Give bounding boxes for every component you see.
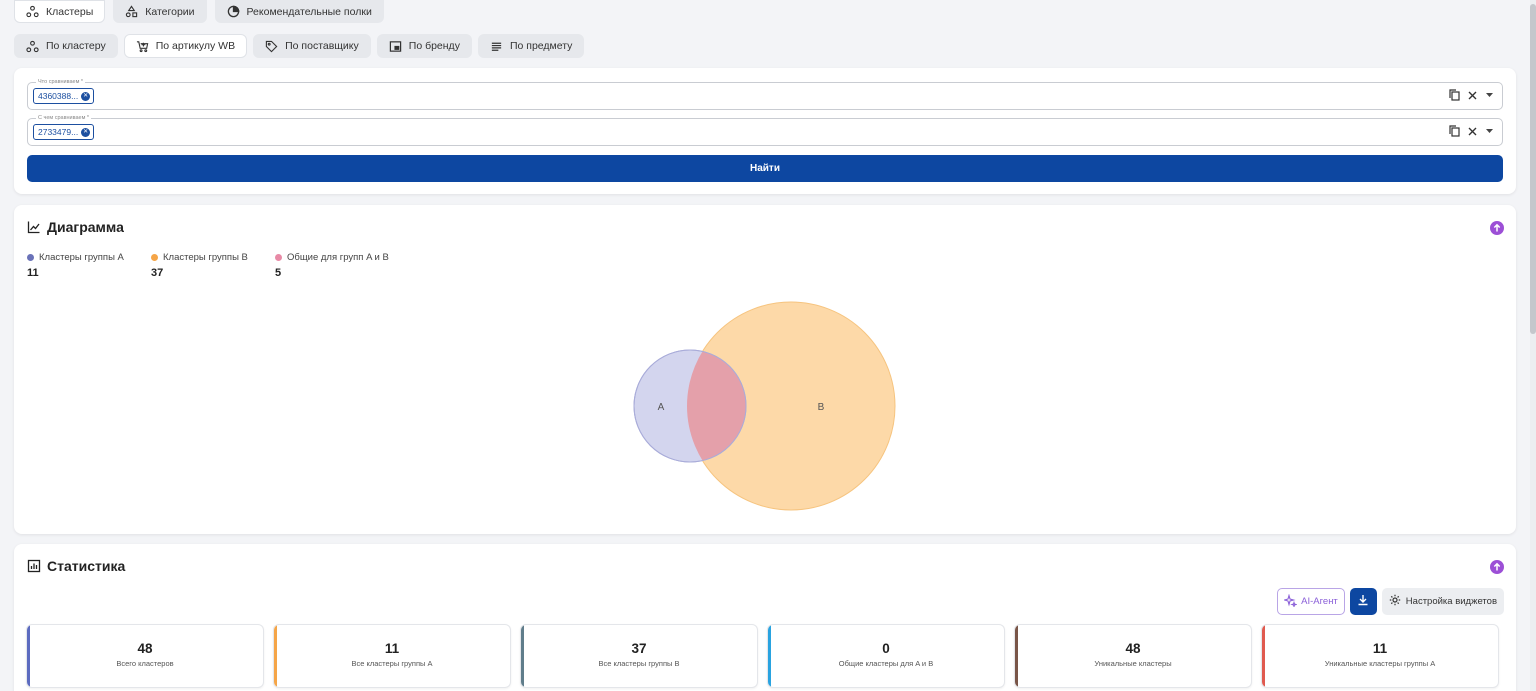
- subtab-by-article[interactable]: По артикулу WB: [123, 34, 248, 58]
- stat-tile-group-a: 11 Все кластеры группы A: [273, 624, 511, 688]
- tile-accent-bar: [274, 625, 277, 687]
- ai-agent-button[interactable]: AI-Агент: [1277, 588, 1345, 615]
- field-actions: [1449, 125, 1494, 137]
- venn-label-b: B: [818, 402, 825, 413]
- chevron-down-icon[interactable]: [1485, 128, 1494, 134]
- tab-categories[interactable]: Категории: [113, 0, 207, 23]
- widget-settings-button[interactable]: Настройка виджетов: [1381, 588, 1504, 615]
- cart-icon: [136, 40, 149, 53]
- widget-settings-label: Настройка виджетов: [1405, 596, 1497, 607]
- field-label: С чем сравниваем *: [36, 114, 92, 122]
- tile-accent-bar: [27, 625, 30, 687]
- chip-text: 2733479...: [38, 127, 79, 137]
- tile-label: Уникальные кластеры группы A: [1324, 659, 1436, 668]
- subtab-by-brand[interactable]: По бренду: [376, 34, 472, 58]
- tab-label: Рекомендательные полки: [246, 5, 372, 18]
- tile-value: 0: [882, 641, 890, 656]
- chevron-down-icon[interactable]: [1485, 92, 1494, 98]
- stats-header: Статистика: [27, 558, 125, 574]
- subtab-by-cluster[interactable]: По кластеру: [14, 34, 118, 58]
- venn-diagram: A B: [633, 301, 896, 511]
- stat-tile-unique-a: 11 Уникальные кластеры группы A: [1261, 624, 1499, 688]
- tile-label: Общие кластеры для A и B: [838, 659, 934, 668]
- subtab-label: По артикулу WB: [155, 40, 236, 52]
- categories-icon: [125, 5, 138, 18]
- ai-agent-label: AI-Агент: [1301, 596, 1338, 607]
- find-button[interactable]: Найти: [27, 155, 1503, 182]
- subtab-label: По предмету: [509, 40, 573, 52]
- chip-remove-icon[interactable]: ✕: [81, 91, 91, 101]
- stat-tiles: 48 Всего кластеров 11 Все кластеры групп…: [26, 624, 1499, 688]
- copy-icon[interactable]: [1449, 89, 1460, 101]
- article-chip-b[interactable]: 2733479... ✕: [33, 124, 95, 140]
- tile-label: Всего кластеров: [116, 659, 174, 668]
- clusters-icon: [26, 40, 39, 53]
- tile-value: 48: [137, 641, 153, 656]
- stat-tile-common: 0 Общие кластеры для A и B: [767, 624, 1005, 688]
- pie-icon: [227, 5, 240, 18]
- copy-icon[interactable]: [1449, 125, 1460, 137]
- chip-text: 4360388...: [38, 91, 79, 101]
- lines-icon: [490, 40, 503, 53]
- scrollbar-thumb[interactable]: [1530, 4, 1536, 334]
- sub-tabs: По кластеру По артикулу WB По поставщику…: [14, 34, 585, 58]
- stats-card: Статистика AI-Агент Настройка виджетов 4…: [14, 544, 1516, 691]
- stat-tile-unique: 48 Уникальные кластеры: [1014, 624, 1252, 688]
- brand-icon: [389, 40, 402, 53]
- stats-toolbar: AI-Агент Настройка виджетов: [1277, 588, 1504, 615]
- tile-accent-bar: [768, 625, 771, 687]
- venn-label-a: A: [658, 402, 665, 413]
- stats-title: Статистика: [47, 558, 126, 574]
- download-button[interactable]: [1349, 588, 1377, 615]
- tile-label: Все кластеры группы B: [598, 659, 680, 668]
- tile-accent-bar: [521, 625, 524, 687]
- tab-recommendation-shelves[interactable]: Рекомендательные полки: [214, 0, 384, 23]
- clear-icon[interactable]: [1468, 127, 1477, 136]
- tag-icon: [265, 40, 278, 53]
- tile-value: 11: [1372, 641, 1388, 656]
- page-scrollbar[interactable]: [1530, 0, 1536, 691]
- tile-value: 37: [631, 641, 647, 656]
- subtab-label: По кластеру: [46, 40, 106, 52]
- tile-value: 48: [1125, 641, 1141, 656]
- sparkle-icon: [1283, 592, 1298, 610]
- clear-icon[interactable]: [1468, 91, 1477, 100]
- search-card: Что сравниваем * 4360388... ✕ С чем срав…: [14, 68, 1516, 194]
- compare-what-field[interactable]: Что сравниваем * 4360388... ✕: [27, 78, 1503, 110]
- stats-icon: [27, 559, 41, 573]
- tab-label: Кластеры: [46, 5, 94, 18]
- diagram-card: Диаграмма Кластеры группы A 11 Кластеры …: [14, 205, 1516, 534]
- compare-with-field[interactable]: С чем сравниваем * 2733479... ✕: [27, 114, 1503, 146]
- tile-accent-bar: [1015, 625, 1018, 687]
- tile-label: Все кластеры группы A: [351, 659, 433, 668]
- stat-tile-group-b: 37 Все кластеры группы B: [520, 624, 758, 688]
- top-tabs: Кластеры Категории Рекомендательные полк…: [14, 0, 384, 23]
- download-icon: [1357, 593, 1369, 611]
- field-actions: [1449, 89, 1494, 101]
- clusters-icon: [26, 5, 39, 18]
- field-label: Что сравниваем *: [36, 78, 86, 86]
- tab-label: Категории: [145, 5, 195, 18]
- subtab-label: По поставщику: [285, 40, 359, 52]
- tile-label: Уникальные кластеры: [1094, 659, 1172, 668]
- subtab-by-subject[interactable]: По предмету: [477, 34, 585, 58]
- collapse-up-icon[interactable]: [1490, 560, 1504, 574]
- subtab-by-supplier[interactable]: По поставщику: [253, 34, 371, 58]
- subtab-label: По бренду: [408, 40, 460, 52]
- article-chip-a[interactable]: 4360388... ✕: [33, 88, 95, 104]
- chip-remove-icon[interactable]: ✕: [81, 127, 91, 137]
- tile-accent-bar: [1262, 625, 1265, 687]
- tab-clusters[interactable]: Кластеры: [14, 0, 106, 23]
- gear-icon: [1389, 594, 1401, 609]
- stat-tile-total: 48 Всего кластеров: [26, 624, 264, 688]
- tile-value: 11: [384, 641, 400, 656]
